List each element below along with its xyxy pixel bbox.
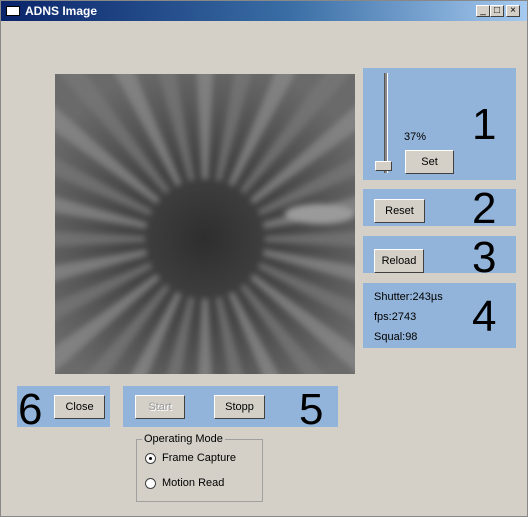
shutter-slider-track[interactable] [384, 73, 388, 173]
panel-number-4: 4 [472, 292, 497, 341]
operating-mode-title: Operating Mode [142, 433, 225, 445]
frame-capture-radio[interactable] [145, 453, 156, 464]
shutter-readout: Shutter:243µs [374, 291, 443, 303]
radio-selected-dot [149, 457, 152, 460]
window-title: ADNS Image [25, 4, 98, 18]
panel-number-5: 5 [299, 385, 324, 434]
slider-value-label: 37% [404, 131, 427, 143]
panel-number-2: 2 [472, 184, 497, 233]
panel-number-6: 6 [18, 385, 43, 434]
window-icon [6, 6, 20, 16]
shutter-slider-thumb[interactable] [375, 161, 392, 171]
image-highlight [285, 204, 355, 224]
reset-button[interactable]: Reset [374, 199, 425, 223]
motion-read-radio[interactable] [145, 478, 156, 489]
motion-read-label[interactable]: Motion Read [162, 477, 224, 489]
sensor-image [55, 74, 355, 374]
title-bar[interactable]: ADNS Image _ □ × [1, 1, 527, 21]
operating-mode-group [136, 439, 263, 502]
panel-number-3: 3 [472, 233, 497, 282]
sensor-image-graphic [55, 74, 355, 374]
close-window-button[interactable]: × [506, 5, 520, 17]
fps-readout: fps:2743 [374, 311, 417, 323]
squal-readout: Squal:98 [374, 331, 418, 343]
set-button[interactable]: Set [405, 150, 454, 174]
start-button[interactable]: Start [135, 395, 185, 419]
frame-capture-label[interactable]: Frame Capture [162, 452, 236, 464]
panel-number-1: 1 [472, 100, 497, 149]
reload-button[interactable]: Reload [374, 249, 424, 273]
maximize-button[interactable]: □ [490, 5, 504, 17]
app-window: ADNS Image _ □ × 37% Set 1 Reset 2 Reloa… [0, 0, 528, 517]
minimize-button[interactable]: _ [476, 5, 490, 17]
close-button[interactable]: Close [54, 395, 105, 419]
stop-button[interactable]: Stopp [214, 395, 265, 419]
